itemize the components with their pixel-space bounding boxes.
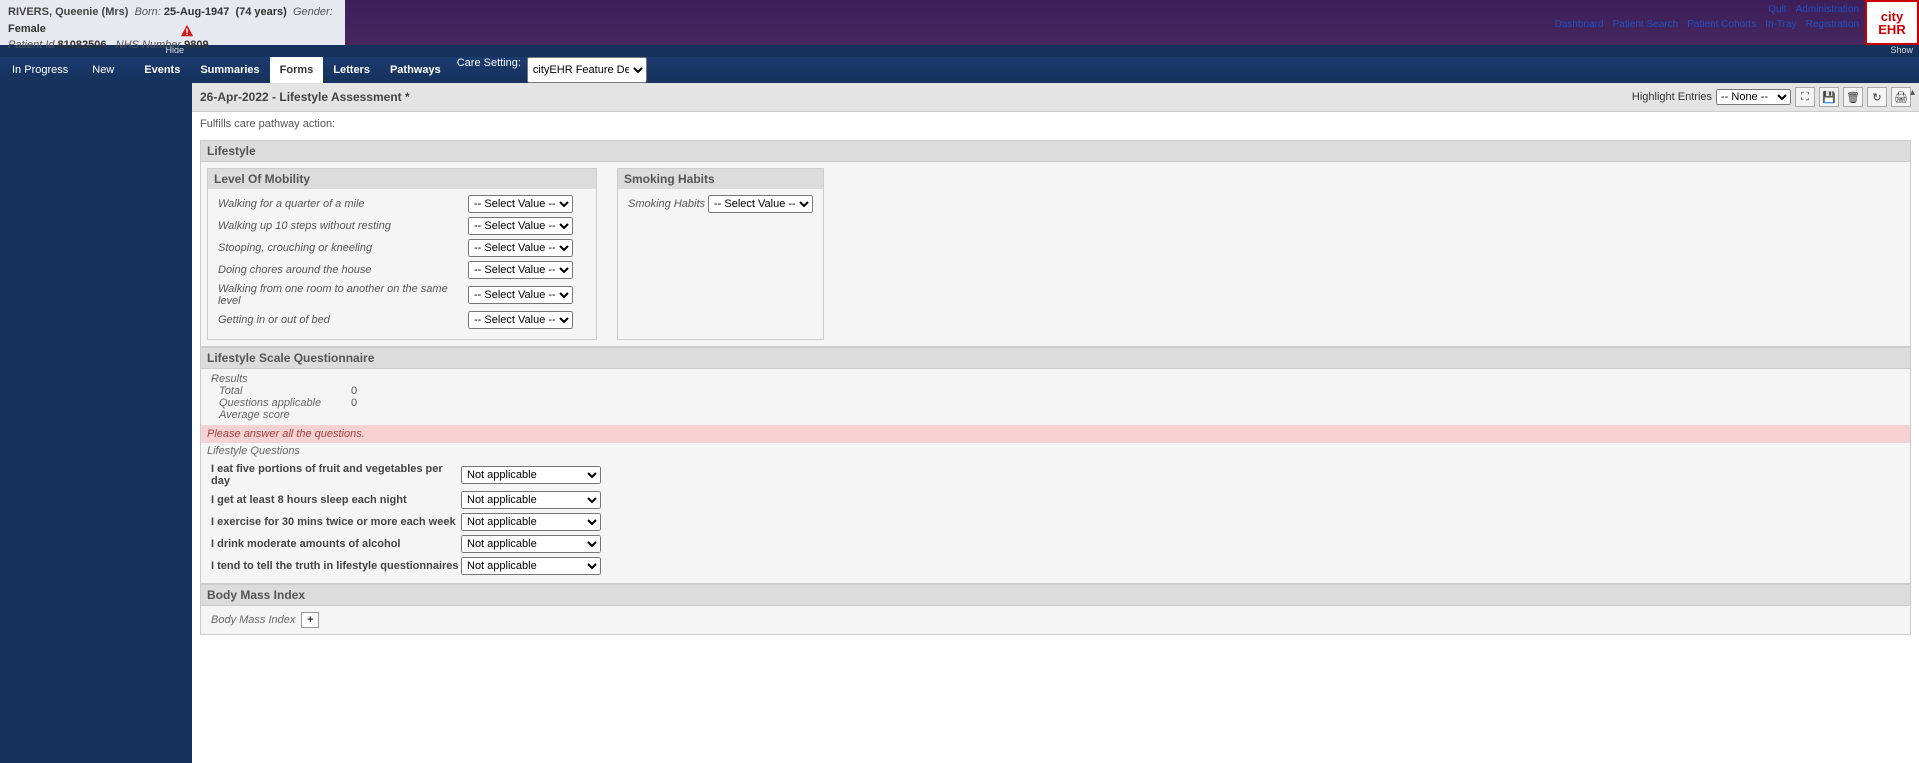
alert-bar: Please answer all the questions. xyxy=(201,425,1910,443)
pid-label: Patient Id xyxy=(8,39,54,51)
form-header: 26-Apr-2022 - Lifestyle Assessment * Hig… xyxy=(192,83,1919,112)
panel-mobility: Level Of Mobility Walking for a quarter … xyxy=(207,168,597,340)
section-bmi: Body Mass Index xyxy=(200,584,1911,606)
mobility-q4-select[interactable]: -- Select Value -- xyxy=(468,261,573,279)
nhs-label: NHS Number xyxy=(116,39,181,51)
age: (74 years) xyxy=(235,6,286,18)
sidebar xyxy=(0,83,192,763)
quit-link[interactable]: Quit xyxy=(1768,4,1786,15)
mobility-q6: Getting in or out of bed xyxy=(218,314,468,326)
smoking-select[interactable]: -- Select Value -- xyxy=(708,195,813,213)
tab-forms[interactable]: Forms xyxy=(270,57,324,83)
intray-link[interactable]: In-Tray xyxy=(1765,19,1796,30)
form-actions: Highlight Entries -- None -- ⛶ 💾 🗑 ↻ 🖨 xyxy=(1632,87,1911,107)
tab-events[interactable]: Events xyxy=(134,57,190,83)
pid: 81082506 xyxy=(58,39,107,51)
refresh-icon[interactable]: ↻ xyxy=(1867,87,1887,107)
patient-banner: RIVERS, Queenie (Mrs) Born: 25-Aug-1947 … xyxy=(0,0,1919,45)
mobility-q1-select[interactable]: -- Select Value -- xyxy=(468,195,573,213)
smoking-label: Smoking Habits xyxy=(628,198,708,210)
results-heading: Results xyxy=(211,373,1900,385)
gender-label: Gender: xyxy=(293,6,333,18)
qa-label: Questions applicable xyxy=(211,397,351,409)
mobility-q5-select[interactable]: -- Select Value -- xyxy=(468,286,573,304)
mobility-q4: Doing chores around the house xyxy=(218,264,468,276)
smoking-heading: Smoking Habits xyxy=(618,169,823,189)
patient-title: (Mrs) xyxy=(102,6,129,18)
pathway-line: Fulfills care pathway action: xyxy=(192,112,1919,136)
scale-q5-select[interactable]: Not applicable xyxy=(461,557,601,575)
patient-demographics: RIVERS, Queenie (Mrs) Born: 25-Aug-1947 … xyxy=(0,0,345,45)
mobility-q6-select[interactable]: -- Select Value -- xyxy=(468,311,573,329)
logo: city EHR xyxy=(1865,0,1919,45)
banner-purple: Quit Administration Dashboard Patient Se… xyxy=(345,0,1865,45)
qa-value: 0 xyxy=(351,397,357,409)
mobility-q3: Stooping, crouching or kneeling xyxy=(218,242,468,254)
scroll-up-icon[interactable]: ▴ xyxy=(1910,87,1915,98)
main-nav: In Progress New Events Summaries Forms L… xyxy=(0,57,1919,83)
scale-q1: I eat five portions of fruit and vegetab… xyxy=(211,463,461,487)
patient-cohorts-link[interactable]: Patient Cohorts xyxy=(1687,19,1756,30)
mobility-q2-select[interactable]: -- Select Value -- xyxy=(468,217,573,235)
scale-q3: I exercise for 30 mins twice or more eac… xyxy=(211,516,461,528)
main-layout: 26-Apr-2022 - Lifestyle Assessment * Hig… xyxy=(0,83,1919,763)
delete-icon[interactable]: 🗑 xyxy=(1843,87,1863,107)
patient-surname: RIVERS, xyxy=(8,6,52,18)
highlight-select[interactable]: -- None -- xyxy=(1716,89,1791,105)
mobility-q5: Walking from one room to another on the … xyxy=(218,283,468,307)
total-value: 0 xyxy=(351,385,357,397)
print-icon[interactable]: 🖨 xyxy=(1891,87,1911,107)
born-label: Born: xyxy=(135,6,161,18)
tab-in-progress[interactable]: In Progress xyxy=(0,57,80,83)
patient-forename: Queenie xyxy=(55,6,98,18)
mobility-q3-select[interactable]: -- Select Value -- xyxy=(468,239,573,257)
bmi-add-button[interactable]: + xyxy=(301,612,319,628)
top-links: Quit Administration Dashboard Patient Se… xyxy=(1549,2,1859,33)
lifestyle-questions-heading: Lifestyle Questions xyxy=(201,443,1910,459)
expand-icon[interactable]: ⛶ xyxy=(1795,87,1815,107)
care-setting-select[interactable]: cityEHR Feature Demo xyxy=(527,57,647,83)
scale-q3-select[interactable]: Not applicable xyxy=(461,513,601,531)
scale-q5: I tend to tell the truth in lifestyle qu… xyxy=(211,560,461,572)
show-toggle[interactable]: Show xyxy=(192,45,1919,57)
scale-q2-select[interactable]: Not applicable xyxy=(461,491,601,509)
total-label: Total xyxy=(211,385,351,397)
admin-link[interactable]: Administration xyxy=(1796,4,1859,15)
mobility-heading: Level Of Mobility xyxy=(208,169,596,189)
mobility-q2: Walking up 10 steps without resting xyxy=(218,220,468,232)
section-scale: Lifestyle Scale Questionnaire xyxy=(200,347,1911,369)
dob: 25-Aug-1947 xyxy=(164,6,229,18)
patient-search-link[interactable]: Patient Search xyxy=(1613,19,1679,30)
avg-label: Average score xyxy=(211,409,351,421)
tab-pathways[interactable]: Pathways xyxy=(380,57,451,83)
scale-q4-select[interactable]: Not applicable xyxy=(461,535,601,553)
mobility-q1: Walking for a quarter of a mile xyxy=(218,198,468,210)
highlight-label: Highlight Entries xyxy=(1632,91,1712,103)
panel-smoking: Smoking Habits Smoking Habits -- Select … xyxy=(617,168,824,340)
tab-letters[interactable]: Letters xyxy=(323,57,380,83)
tab-new[interactable]: New xyxy=(80,57,126,83)
gender: Female xyxy=(8,23,46,35)
content: 26-Apr-2022 - Lifestyle Assessment * Hig… xyxy=(192,83,1919,763)
scale-q4: I drink moderate amounts of alcohol xyxy=(211,538,461,550)
scale-q1-select[interactable]: Not applicable xyxy=(461,466,601,484)
registration-link[interactable]: Registration xyxy=(1806,19,1859,30)
alert-icon[interactable] xyxy=(180,22,194,46)
form-title: 26-Apr-2022 - Lifestyle Assessment * xyxy=(200,90,410,104)
care-setting-label: Care Setting: xyxy=(451,57,527,83)
dashboard-link[interactable]: Dashboard xyxy=(1555,19,1604,30)
scale-q2: I get at least 8 hours sleep each night xyxy=(211,494,461,506)
section-lifestyle: Lifestyle xyxy=(200,140,1911,162)
tab-summaries[interactable]: Summaries xyxy=(190,57,269,83)
bmi-label: Body Mass Index xyxy=(211,614,295,626)
save-icon[interactable]: 💾 xyxy=(1819,87,1839,107)
